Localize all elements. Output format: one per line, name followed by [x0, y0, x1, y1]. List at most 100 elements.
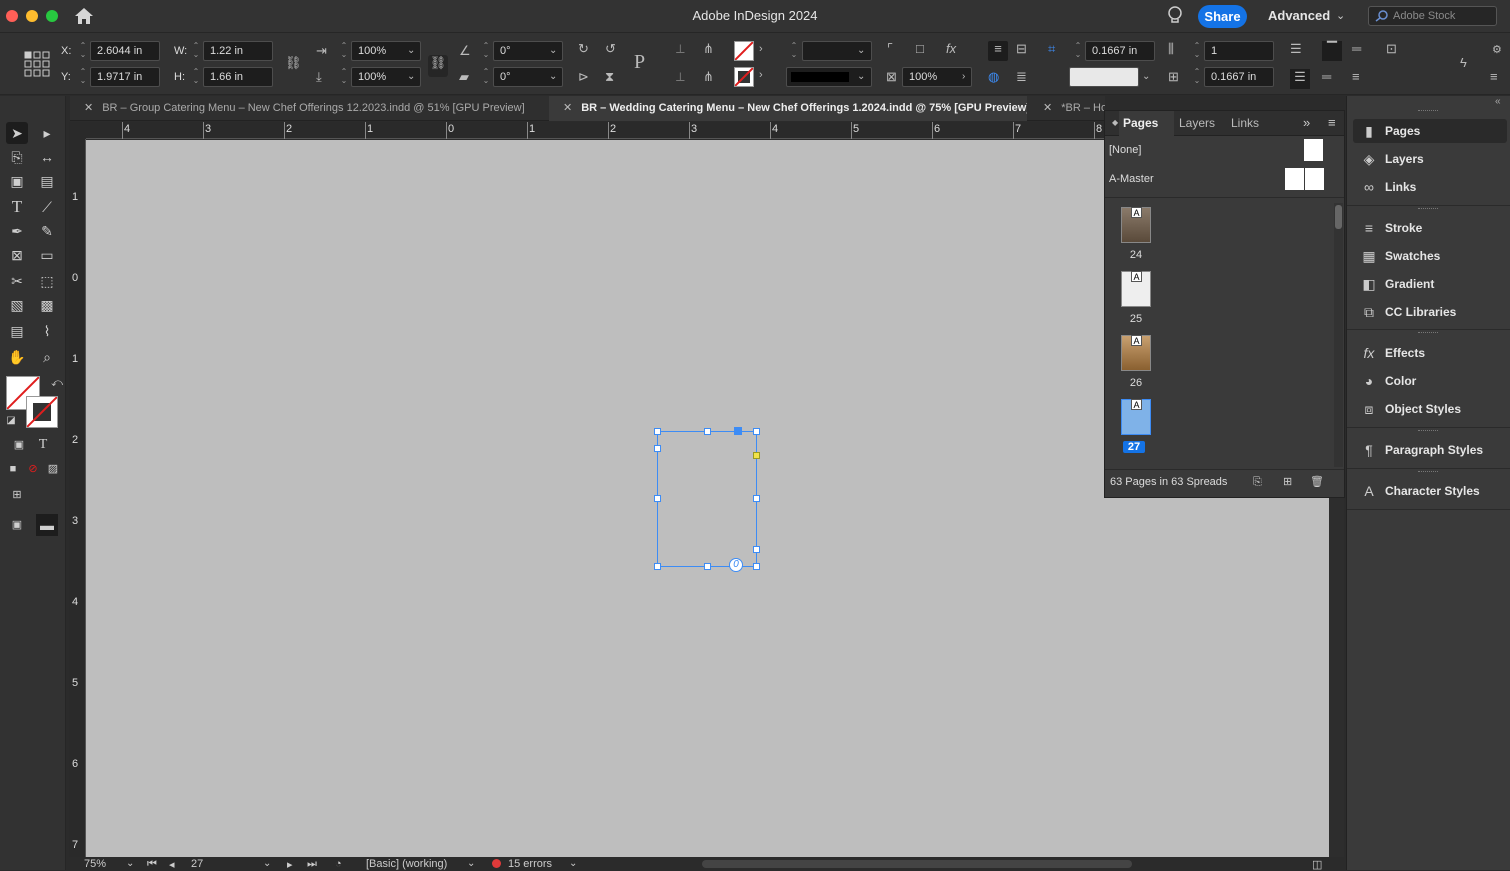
align-text-icon[interactable]: ≣ — [1016, 69, 1027, 85]
error-count[interactable]: 15 errors — [508, 858, 552, 870]
chevron-down-icon[interactable]: ⌄ — [1142, 71, 1150, 82]
swatch-field[interactable] — [1069, 67, 1139, 87]
share-button[interactable]: Share — [1198, 5, 1247, 28]
default-colors-icon[interactable]: ◪ — [0, 410, 22, 432]
chevron-down-icon[interactable]: ⌄ — [1336, 9, 1345, 22]
collapse-icon[interactable]: ◆ — [1112, 118, 1118, 127]
align-icon[interactable]: ⟂ — [676, 41, 685, 57]
resize-handle[interactable] — [704, 428, 711, 435]
reference-point-icon[interactable] — [24, 51, 50, 80]
rotate-ccw-icon[interactable]: ↺ — [605, 41, 616, 57]
rotate-stepper[interactable]: ⌃ ⌄ — [480, 41, 492, 61]
stroke-style-icon[interactable]: ≡ — [1352, 69, 1360, 84]
panel-menu-icon[interactable]: ≡ — [1328, 115, 1336, 130]
rotate-cw-icon[interactable]: ↻ — [578, 41, 589, 57]
workspace-switcher[interactable]: Advanced — [1268, 8, 1330, 23]
panel-swatches[interactable]: ▦ Swatches — [1353, 244, 1507, 268]
panel-paragraph-styles[interactable]: ¶ Paragraph Styles — [1353, 438, 1507, 462]
previous-page-icon[interactable]: ◂ — [169, 858, 175, 871]
h-stepper[interactable]: ⌃ ⌄ — [190, 67, 202, 87]
tab-document[interactable]: ✕ *BR – Ho — [1029, 96, 1105, 121]
drop-shadow-icon[interactable]: □ — [916, 41, 924, 56]
close-icon[interactable]: ✕ — [84, 102, 93, 114]
chevron-right-icon[interactable]: › — [759, 43, 763, 55]
panel-grip[interactable] — [1418, 471, 1438, 474]
columns-stepper[interactable]: ⌃ ⌄ — [1191, 41, 1203, 61]
panel-object-styles[interactable]: ⧈ Object Styles — [1353, 397, 1507, 421]
w-stepper[interactable]: ⌃ ⌄ — [190, 41, 202, 61]
lightbulb-icon[interactable] — [1167, 6, 1183, 29]
tab-pages[interactable]: Pages — [1119, 111, 1174, 136]
scale-x-stepper[interactable]: ⌃ ⌄ — [338, 41, 350, 61]
direct-selection-tool-icon[interactable]: ▸ — [36, 122, 58, 144]
corner-options-handle[interactable] — [753, 452, 760, 459]
gradient-swatch-tool-icon[interactable]: ▧ — [6, 294, 28, 316]
chevron-down-icon[interactable]: ⌄ — [857, 71, 865, 82]
apply-color-icon[interactable]: ■ — [2, 458, 24, 480]
numbering-icon[interactable]: ☰ — [1290, 69, 1310, 89]
chevron-down-icon[interactable]: ⌄ — [263, 858, 271, 869]
close-icon[interactable]: ✕ — [563, 102, 572, 114]
text-wrap-icon[interactable]: ≡ — [988, 41, 1008, 61]
next-page-icon[interactable]: ▸ — [287, 858, 293, 871]
resize-handle[interactable] — [753, 495, 760, 502]
panel-cc-libraries[interactable]: ⧉ CC Libraries — [1353, 300, 1507, 324]
quick-actions-icon[interactable]: ϟ — [1460, 55, 1467, 70]
selection-tool-icon[interactable]: ➤ — [6, 122, 28, 144]
preview-mode-icon[interactable]: ▬ — [36, 514, 58, 536]
stroke-color-swatch[interactable] — [26, 396, 58, 428]
fill-swatch[interactable] — [734, 41, 754, 61]
chevron-down-icon[interactable]: ⌄ — [407, 45, 415, 56]
resize-handle[interactable] — [753, 428, 760, 435]
collapse-panel-icon[interactable]: » — [1303, 115, 1310, 130]
page-thumbnail-27[interactable]: A — [1121, 399, 1151, 435]
chevron-right-icon[interactable]: › — [759, 69, 763, 81]
gear-icon[interactable]: ⚙ — [1492, 43, 1502, 56]
pencil-tool-icon[interactable]: ✎ — [36, 220, 58, 242]
chevron-down-icon[interactable]: ⌄ — [126, 858, 134, 869]
chevron-down-icon[interactable]: ⌄ — [549, 71, 557, 82]
page-thumbnail-24[interactable]: A — [1121, 207, 1151, 243]
swap-colors-icon[interactable]: ⤺ — [46, 372, 68, 394]
apply-none-icon[interactable]: ⊘ — [22, 458, 44, 480]
formatting-text-icon[interactable]: T — [32, 434, 54, 456]
new-page-icon[interactable]: ⊞ — [1283, 470, 1292, 494]
flip-horizontal-icon[interactable]: ⊳ — [578, 69, 589, 85]
align-icon[interactable]: ⟂ — [676, 69, 685, 85]
resize-handle[interactable] — [654, 445, 661, 452]
vertical-ruler[interactable]: 1 0 1 2 3 4 5 6 7 — [69, 139, 86, 857]
first-page-icon[interactable]: ⏮ — [147, 858, 157, 871]
page-number-field[interactable]: 27 — [191, 858, 203, 870]
rectangle-frame-tool-icon[interactable]: ⊠ — [6, 244, 28, 266]
y-stepper[interactable]: ⌃ ⌄ — [77, 67, 89, 87]
normal-view-icon[interactable]: ▣ — [6, 514, 28, 536]
resize-handle[interactable] — [753, 563, 760, 570]
threading-indicator-icon[interactable]: 0 — [729, 558, 743, 572]
page-tool-icon[interactable]: ⎘ — [6, 146, 28, 168]
stroke-style-icon[interactable]: ═ — [1352, 41, 1361, 56]
panel-stroke[interactable]: ≡ Stroke — [1353, 216, 1507, 240]
inset1-field[interactable]: 0.1667 in — [1085, 41, 1155, 61]
resize-handle[interactable] — [704, 563, 711, 570]
shear-stepper[interactable]: ⌃ ⌄ — [480, 67, 492, 87]
panel-grip[interactable] — [1418, 208, 1438, 211]
chevron-down-icon[interactable]: ⌄ — [549, 45, 557, 56]
content-fitting-icon[interactable]: ◍ — [988, 69, 999, 85]
adobe-stock-search[interactable]: Adobe Stock — [1368, 6, 1497, 26]
zoom-tool-icon[interactable]: ⌕ — [36, 346, 58, 368]
out-port-handle[interactable] — [753, 546, 760, 553]
content-collector-icon[interactable]: ▣ — [6, 170, 28, 192]
pen-tool-icon[interactable]: ✒ — [6, 220, 28, 242]
panel-menu-icon[interactable]: ≡ — [1490, 69, 1498, 84]
split-view-icon[interactable]: ◫ — [1312, 858, 1322, 871]
panel-grip[interactable] — [1418, 110, 1438, 113]
trash-icon[interactable]: 🗑 — [1310, 470, 1324, 494]
resize-handle[interactable] — [654, 428, 661, 435]
w-field[interactable]: 1.22 in — [203, 41, 273, 61]
distribute-icon[interactable]: ⋔ — [703, 69, 714, 85]
constrain-proportions-icon[interactable]: ⛓ — [285, 55, 302, 71]
panel-gradient[interactable]: ◧ Gradient — [1353, 272, 1507, 296]
stroke-swatch[interactable] — [734, 67, 754, 87]
resize-handle[interactable] — [654, 495, 661, 502]
gradient-feather-tool-icon[interactable]: ▩ — [36, 294, 58, 316]
